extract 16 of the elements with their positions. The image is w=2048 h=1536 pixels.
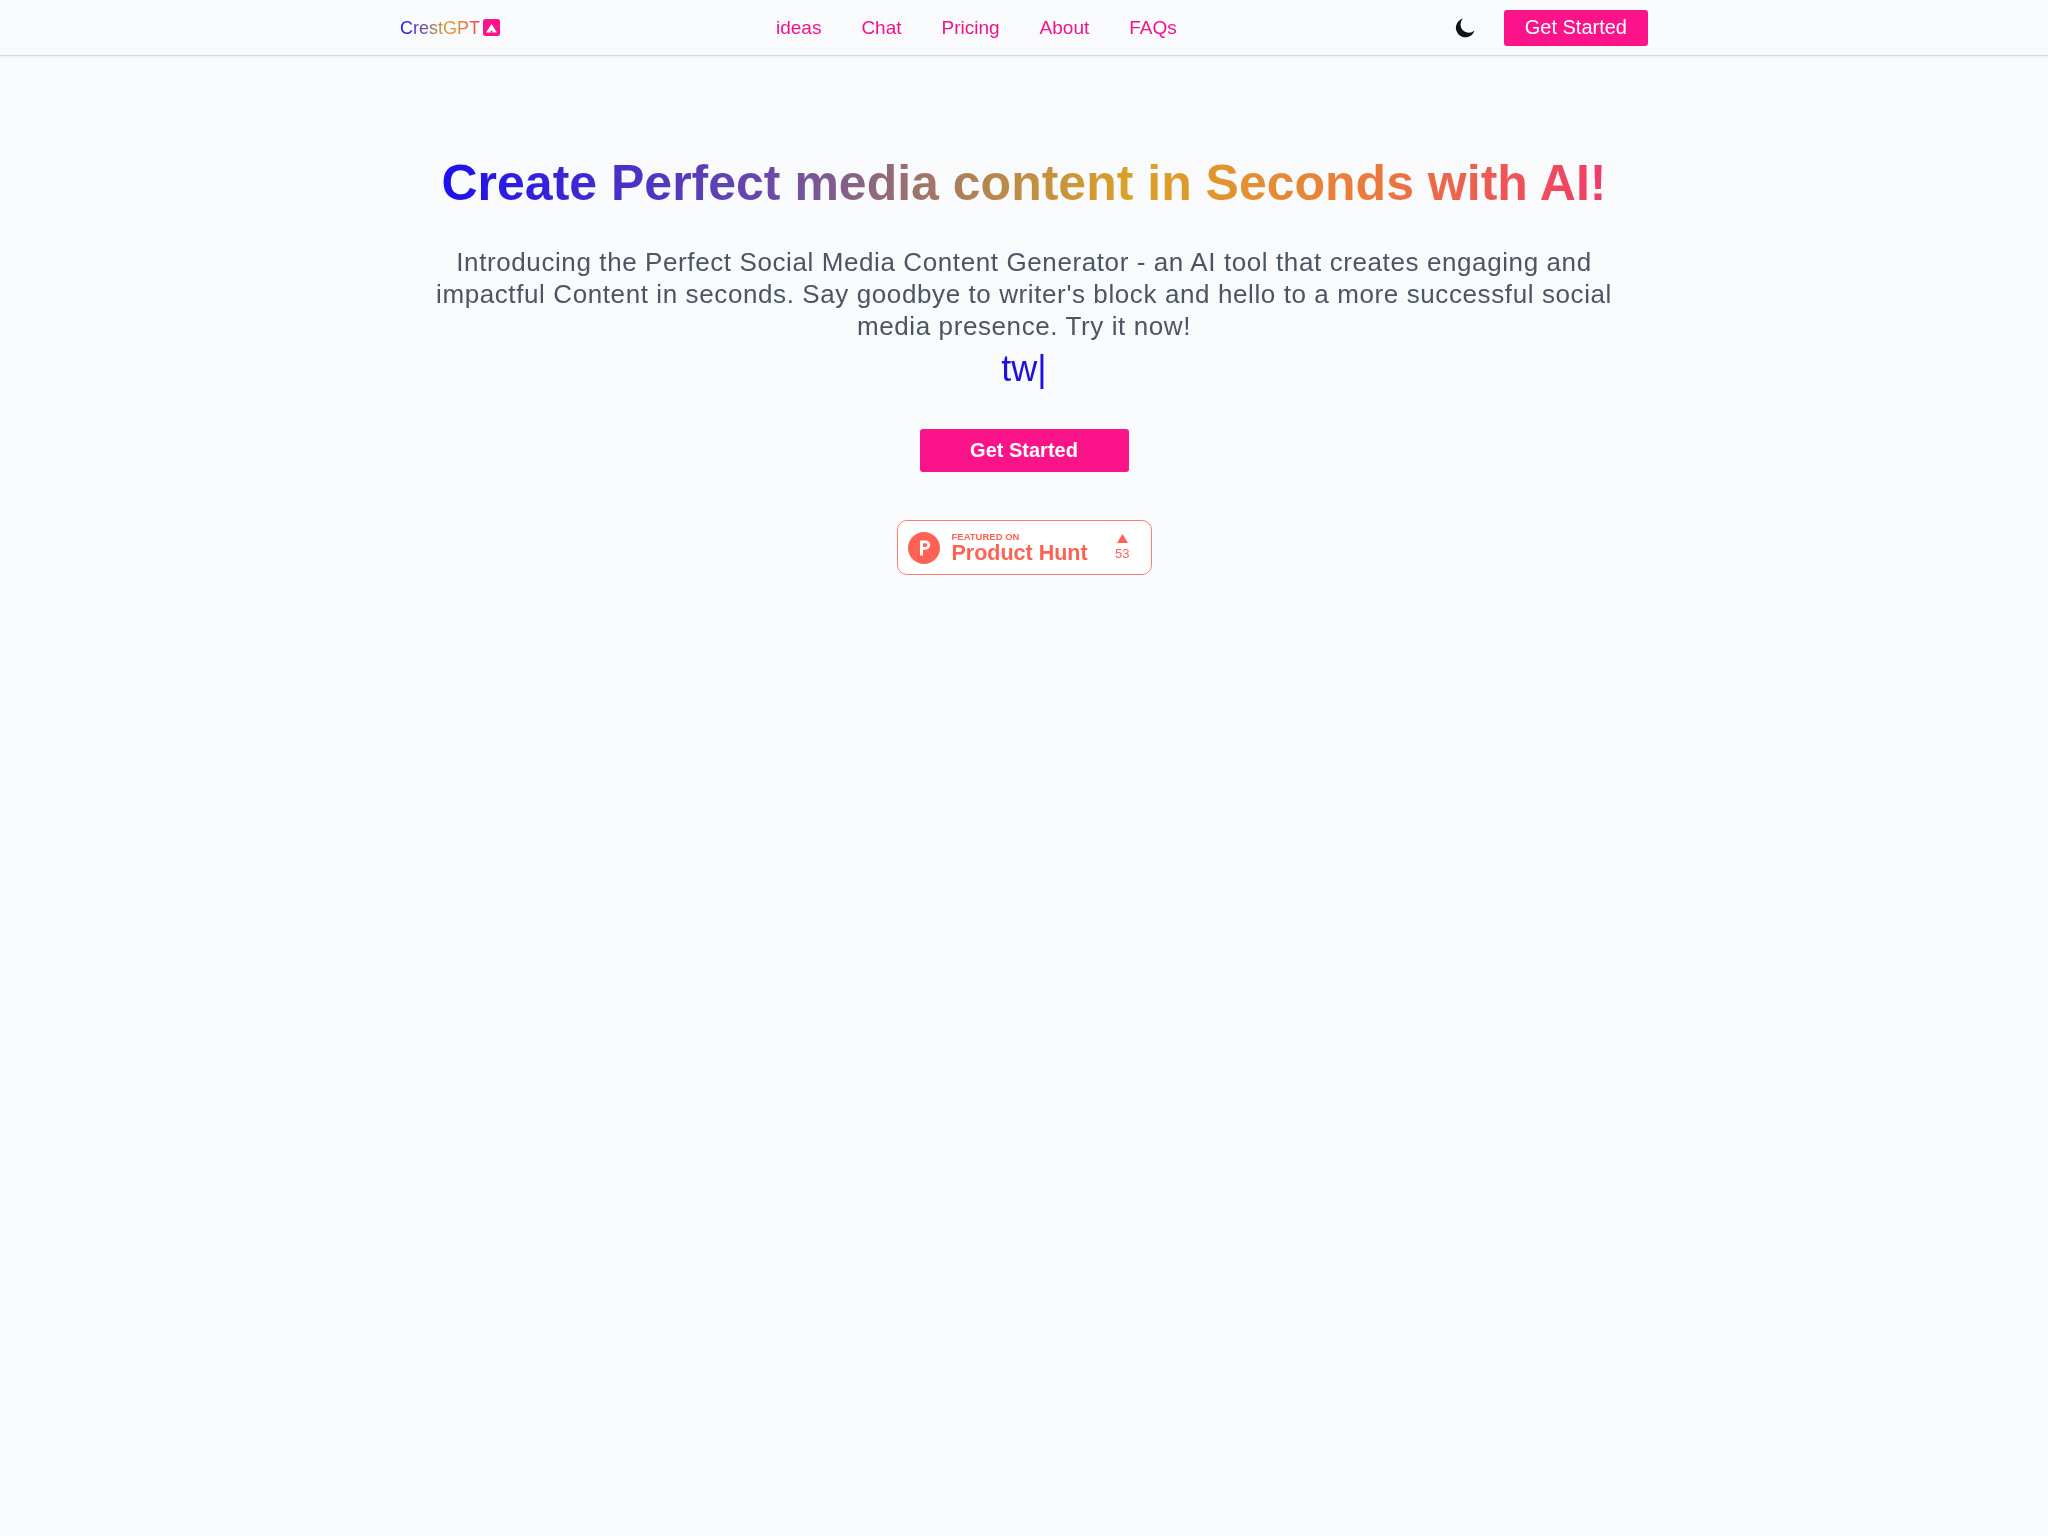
nav-link[interactable]: Chat	[861, 15, 902, 40]
nav-link[interactable]: FAQs	[1129, 15, 1177, 40]
badge-kicker: FEATURED ON	[951, 531, 1021, 542]
nav-link[interactable]: Pricing	[941, 15, 1000, 40]
featured-badge[interactable]: FEATURED ON Product Hunt 53	[896, 520, 1152, 575]
get-started-button[interactable]: Get Started	[1503, 9, 1648, 46]
image-icon	[483, 19, 500, 36]
badge-title: Product Hunt	[951, 542, 1088, 564]
nav-link[interactable]: About	[1039, 15, 1090, 40]
get-started-button[interactable]: Get Started	[919, 429, 1129, 472]
nav-link[interactable]: ideas	[775, 15, 822, 40]
typewriter-text: tw|	[1001, 347, 1047, 391]
hero-description: Introducing the Perfect Social Media Content Generator - an AI tool that creates engaging and impactful Content in seconds. Say goodbye to writer's block and hello to a more successful social media presence. Try it now!	[435, 246, 1613, 342]
logo-icon	[907, 531, 940, 564]
upvote-triangle-icon	[1116, 534, 1128, 543]
vote-count: 53	[1115, 547, 1130, 561]
